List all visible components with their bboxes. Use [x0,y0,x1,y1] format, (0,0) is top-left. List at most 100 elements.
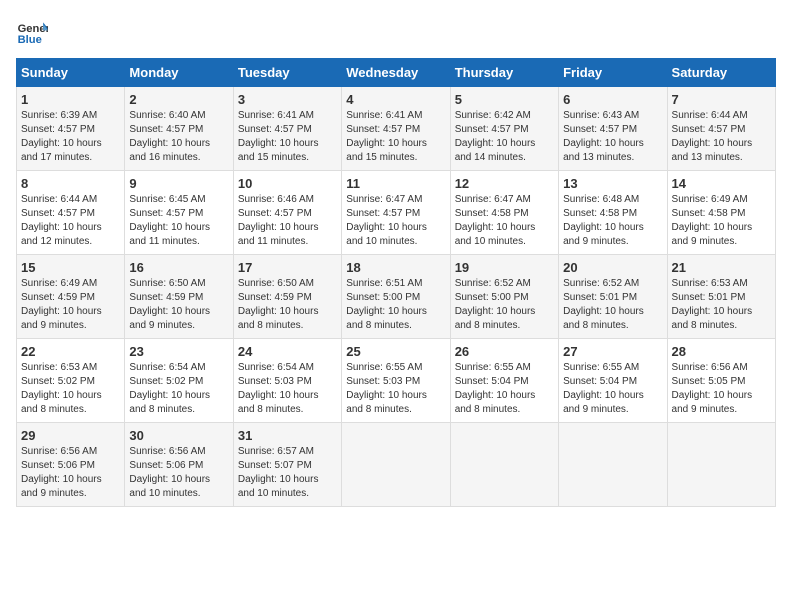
calendar-week-2: 8 Sunrise: 6:44 AM Sunset: 4:57 PM Dayli… [17,171,776,255]
day-info: Sunrise: 6:45 AM Sunset: 4:57 PM Dayligh… [129,193,228,249]
day-number: 28 [672,344,771,359]
calendar-day-7: 7 Sunrise: 6:44 AM Sunset: 4:57 PM Dayli… [667,87,775,171]
day-info: Sunrise: 6:50 AM Sunset: 4:59 PM Dayligh… [238,277,337,333]
day-number: 14 [672,176,771,191]
day-info: Sunrise: 6:42 AM Sunset: 4:57 PM Dayligh… [455,109,554,165]
header-sunday: Sunday [17,59,125,87]
header-wednesday: Wednesday [342,59,450,87]
day-number: 15 [21,260,120,275]
calendar-day-18: 18 Sunrise: 6:51 AM Sunset: 5:00 PM Dayl… [342,255,450,339]
day-number: 16 [129,260,228,275]
calendar-week-4: 22 Sunrise: 6:53 AM Sunset: 5:02 PM Dayl… [17,339,776,423]
day-number: 10 [238,176,337,191]
calendar-day-17: 17 Sunrise: 6:50 AM Sunset: 4:59 PM Dayl… [233,255,341,339]
day-number: 6 [563,92,662,107]
header-monday: Monday [125,59,233,87]
calendar-day-30: 30 Sunrise: 6:56 AM Sunset: 5:06 PM Dayl… [125,423,233,507]
day-info: Sunrise: 6:47 AM Sunset: 4:58 PM Dayligh… [455,193,554,249]
day-info: Sunrise: 6:49 AM Sunset: 4:58 PM Dayligh… [672,193,771,249]
calendar-header-row: SundayMondayTuesdayWednesdayThursdayFrid… [17,59,776,87]
logo-icon: General Blue [16,16,48,48]
calendar-day-23: 23 Sunrise: 6:54 AM Sunset: 5:02 PM Dayl… [125,339,233,423]
calendar-day-8: 8 Sunrise: 6:44 AM Sunset: 4:57 PM Dayli… [17,171,125,255]
calendar-day-19: 19 Sunrise: 6:52 AM Sunset: 5:00 PM Dayl… [450,255,558,339]
calendar-day-31: 31 Sunrise: 6:57 AM Sunset: 5:07 PM Dayl… [233,423,341,507]
header-saturday: Saturday [667,59,775,87]
day-info: Sunrise: 6:52 AM Sunset: 5:01 PM Dayligh… [563,277,662,333]
calendar-day-16: 16 Sunrise: 6:50 AM Sunset: 4:59 PM Dayl… [125,255,233,339]
calendar-day-27: 27 Sunrise: 6:55 AM Sunset: 5:04 PM Dayl… [559,339,667,423]
day-number: 1 [21,92,120,107]
day-info: Sunrise: 6:57 AM Sunset: 5:07 PM Dayligh… [238,445,337,501]
day-info: Sunrise: 6:51 AM Sunset: 5:00 PM Dayligh… [346,277,445,333]
calendar-table: SundayMondayTuesdayWednesdayThursdayFrid… [16,58,776,507]
day-number: 12 [455,176,554,191]
calendar-day-14: 14 Sunrise: 6:49 AM Sunset: 4:58 PM Dayl… [667,171,775,255]
day-info: Sunrise: 6:56 AM Sunset: 5:06 PM Dayligh… [21,445,120,501]
calendar-day-6: 6 Sunrise: 6:43 AM Sunset: 4:57 PM Dayli… [559,87,667,171]
calendar-day-24: 24 Sunrise: 6:54 AM Sunset: 5:03 PM Dayl… [233,339,341,423]
day-number: 3 [238,92,337,107]
calendar-day-9: 9 Sunrise: 6:45 AM Sunset: 4:57 PM Dayli… [125,171,233,255]
day-info: Sunrise: 6:56 AM Sunset: 5:05 PM Dayligh… [672,361,771,417]
day-number: 25 [346,344,445,359]
calendar-day-3: 3 Sunrise: 6:41 AM Sunset: 4:57 PM Dayli… [233,87,341,171]
header-tuesday: Tuesday [233,59,341,87]
day-number: 24 [238,344,337,359]
calendar-day-10: 10 Sunrise: 6:46 AM Sunset: 4:57 PM Dayl… [233,171,341,255]
day-number: 29 [21,428,120,443]
day-info: Sunrise: 6:52 AM Sunset: 5:00 PM Dayligh… [455,277,554,333]
day-info: Sunrise: 6:43 AM Sunset: 4:57 PM Dayligh… [563,109,662,165]
calendar-day-2: 2 Sunrise: 6:40 AM Sunset: 4:57 PM Dayli… [125,87,233,171]
day-info: Sunrise: 6:41 AM Sunset: 4:57 PM Dayligh… [346,109,445,165]
day-number: 5 [455,92,554,107]
calendar-day-15: 15 Sunrise: 6:49 AM Sunset: 4:59 PM Dayl… [17,255,125,339]
day-info: Sunrise: 6:54 AM Sunset: 5:02 PM Dayligh… [129,361,228,417]
day-number: 22 [21,344,120,359]
calendar-day-28: 28 Sunrise: 6:56 AM Sunset: 5:05 PM Dayl… [667,339,775,423]
day-info: Sunrise: 6:53 AM Sunset: 5:01 PM Dayligh… [672,277,771,333]
calendar-empty [667,423,775,507]
day-number: 18 [346,260,445,275]
day-number: 21 [672,260,771,275]
calendar-empty [450,423,558,507]
day-info: Sunrise: 6:40 AM Sunset: 4:57 PM Dayligh… [129,109,228,165]
day-number: 23 [129,344,228,359]
day-info: Sunrise: 6:55 AM Sunset: 5:04 PM Dayligh… [455,361,554,417]
calendar-day-13: 13 Sunrise: 6:48 AM Sunset: 4:58 PM Dayl… [559,171,667,255]
calendar-day-22: 22 Sunrise: 6:53 AM Sunset: 5:02 PM Dayl… [17,339,125,423]
day-number: 9 [129,176,228,191]
svg-text:Blue: Blue [18,34,42,46]
day-number: 7 [672,92,771,107]
day-number: 20 [563,260,662,275]
day-number: 17 [238,260,337,275]
day-info: Sunrise: 6:48 AM Sunset: 4:58 PM Dayligh… [563,193,662,249]
header-thursday: Thursday [450,59,558,87]
calendar-empty [342,423,450,507]
calendar-day-21: 21 Sunrise: 6:53 AM Sunset: 5:01 PM Dayl… [667,255,775,339]
calendar-day-5: 5 Sunrise: 6:42 AM Sunset: 4:57 PM Dayli… [450,87,558,171]
calendar-day-20: 20 Sunrise: 6:52 AM Sunset: 5:01 PM Dayl… [559,255,667,339]
day-info: Sunrise: 6:54 AM Sunset: 5:03 PM Dayligh… [238,361,337,417]
logo: General Blue [16,16,52,48]
day-info: Sunrise: 6:39 AM Sunset: 4:57 PM Dayligh… [21,109,120,165]
day-info: Sunrise: 6:49 AM Sunset: 4:59 PM Dayligh… [21,277,120,333]
day-number: 4 [346,92,445,107]
calendar-day-25: 25 Sunrise: 6:55 AM Sunset: 5:03 PM Dayl… [342,339,450,423]
calendar-day-1: 1 Sunrise: 6:39 AM Sunset: 4:57 PM Dayli… [17,87,125,171]
day-info: Sunrise: 6:41 AM Sunset: 4:57 PM Dayligh… [238,109,337,165]
calendar-day-11: 11 Sunrise: 6:47 AM Sunset: 4:57 PM Dayl… [342,171,450,255]
calendar-empty [559,423,667,507]
page-header: General Blue [16,16,776,48]
day-number: 31 [238,428,337,443]
calendar-day-12: 12 Sunrise: 6:47 AM Sunset: 4:58 PM Dayl… [450,171,558,255]
day-number: 26 [455,344,554,359]
day-number: 13 [563,176,662,191]
day-info: Sunrise: 6:56 AM Sunset: 5:06 PM Dayligh… [129,445,228,501]
day-info: Sunrise: 6:44 AM Sunset: 4:57 PM Dayligh… [21,193,120,249]
calendar-day-26: 26 Sunrise: 6:55 AM Sunset: 5:04 PM Dayl… [450,339,558,423]
header-friday: Friday [559,59,667,87]
day-number: 8 [21,176,120,191]
day-number: 30 [129,428,228,443]
day-number: 27 [563,344,662,359]
